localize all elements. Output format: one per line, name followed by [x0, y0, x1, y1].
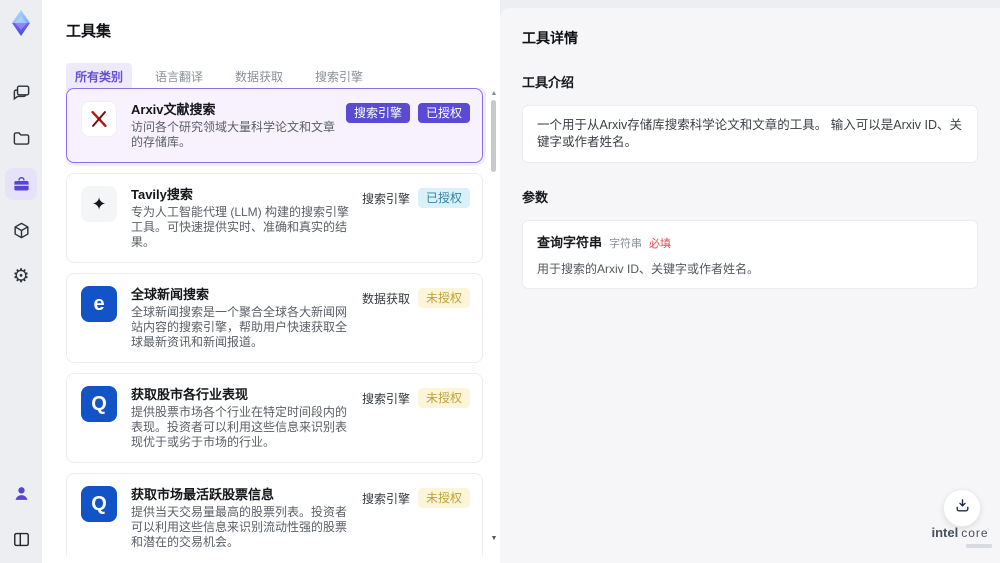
tavily-star-icon: ✦: [81, 186, 117, 222]
intel-logo-sub-mark: [966, 544, 992, 548]
tool-name: 全球新闻搜索: [131, 287, 210, 302]
tool-description: 专为人工智能代理 (LLM) 构建的搜索引擎工具。可快速提供实时、准确和真实的结…: [131, 205, 350, 249]
detail-title: 工具详情: [522, 30, 578, 46]
tool-category-label: 搜索引擎: [361, 391, 410, 406]
tool-description: 提供股票市场各个行业在特定时间段内的表现。投资者可以利用这些信息来识别表现优于或…: [131, 405, 348, 449]
tool-category-badge: 搜索引擎: [345, 103, 410, 123]
tab-all-categories[interactable]: 所有类别: [66, 63, 133, 90]
page-title: 工具集: [66, 23, 112, 40]
tool-list-panel: 工具集 所有类别 语言翻译 数据获取 搜索引擎 Arxiv文献搜索 访问各个研究…: [42, 0, 500, 563]
list-scrollbar: ▲ ▼: [490, 88, 498, 545]
tool-card-arxiv[interactable]: Arxiv文献搜索 访问各个研究领域大量科学论文和文章的存储库。 搜索引擎 已授…: [66, 88, 483, 163]
tool-description: 全球新闻搜索是一个聚合全球各大新闻网站内容的搜索引擎，帮助用户快速获取全球最新资…: [131, 305, 348, 349]
tool-category-label: 搜索引擎: [361, 191, 410, 206]
tab-search-engine[interactable]: 搜索引擎: [306, 63, 372, 90]
tool-name: Tavily搜索: [131, 187, 193, 202]
blue-q-logo-icon: Q: [81, 386, 117, 422]
tool-text: Tavily搜索 专为人工智能代理 (LLM) 构建的搜索引擎工具。可快速提供实…: [131, 186, 354, 250]
tool-meta: 搜索引擎 未授权: [362, 488, 470, 508]
scroll-up-icon[interactable]: ▲: [490, 90, 498, 98]
tool-name: 获取股市各行业表现: [131, 387, 249, 402]
briefcase-icon: [12, 175, 31, 194]
param-name: 查询字符串: [537, 235, 603, 250]
sidebar-item-account[interactable]: [5, 477, 37, 509]
tool-status-badge: 已授权: [417, 103, 470, 123]
sidebar-item-collapse[interactable]: [5, 523, 37, 555]
intro-heading: 工具介绍: [522, 75, 575, 90]
tool-description: 访问各个研究领域大量科学论文和文章的存储库。: [131, 120, 336, 149]
sidebar-item-tools[interactable]: [5, 168, 37, 200]
core-word: core: [961, 526, 989, 540]
tool-status-badge: 已授权: [417, 188, 470, 208]
tab-data-fetching[interactable]: 数据获取: [226, 63, 292, 90]
tool-status-badge: 未授权: [417, 488, 470, 508]
left-rail: ⚙: [0, 0, 42, 563]
tool-category-label: 数据获取: [361, 291, 410, 306]
tool-detail-panel: 工具详情 工具介绍 一个用于从Arxiv存储库搜索科学论文和文章的工具。 输入可…: [500, 8, 1000, 563]
tool-meta: 数据获取 未授权: [362, 288, 470, 308]
tool-card-most-active-stocks[interactable]: Q 获取市场最活跃股票信息 提供当天交易量最高的股票列表。投资者可以利用这些信息…: [66, 473, 483, 556]
blue-q-logo-icon: Q: [81, 486, 117, 522]
intel-core-logo: intel core: [928, 524, 992, 548]
tool-list: Arxiv文献搜索 访问各个研究领域大量科学论文和文章的存储库。 搜索引擎 已授…: [66, 88, 486, 556]
param-type: 字符串: [609, 238, 643, 250]
panel-toggle-icon: [12, 530, 31, 549]
chat-icon: [12, 83, 31, 102]
sidebar-item-packages[interactable]: [5, 214, 37, 246]
sidebar-item-settings[interactable]: ⚙: [5, 260, 37, 292]
download-button[interactable]: [943, 489, 981, 527]
tool-text: 全球新闻搜索 全球新闻搜索是一个聚合全球各大新闻网站内容的搜索引擎，帮助用户快速…: [131, 286, 354, 350]
download-icon: [954, 497, 971, 519]
tool-text: 获取市场最活跃股票信息 提供当天交易量最高的股票列表。投资者可以利用这些信息来识…: [131, 486, 354, 550]
arxiv-logo-icon: [81, 101, 117, 137]
param-box: 查询字符串 字符串 必填 用于搜索的Arxiv ID、关键字或作者姓名。: [522, 220, 978, 289]
intro-box: 一个用于从Arxiv存储库搜索科学论文和文章的工具。 输入可以是Arxiv ID…: [522, 105, 978, 163]
scrollbar-thumb[interactable]: [491, 100, 496, 172]
tool-category-label: 搜索引擎: [361, 491, 410, 506]
tab-language-translation[interactable]: 语言翻译: [146, 63, 212, 90]
category-tabs: 所有类别 语言翻译 数据获取 搜索引擎: [42, 41, 500, 90]
tool-meta: 搜索引擎 未授权: [362, 388, 470, 408]
gear-icon: ⚙: [12, 265, 30, 287]
param-required-badge: 必填: [649, 238, 672, 250]
folder-icon: [12, 129, 31, 148]
params-heading: 参数: [522, 190, 549, 205]
param-description: 用于搜索的Arxiv ID、关键字或作者姓名。: [537, 262, 760, 276]
intro-text: 一个用于从Arxiv存储库搜索科学论文和文章的工具。 输入可以是Arxiv ID…: [537, 118, 963, 149]
user-icon: [12, 484, 31, 503]
tool-card-tavily[interactable]: ✦ Tavily搜索 专为人工智能代理 (LLM) 构建的搜索引擎工具。可快速提…: [66, 173, 483, 263]
tool-status-badge: 未授权: [417, 288, 470, 308]
tool-meta: 搜索引擎 已授权: [345, 103, 470, 123]
tool-card-global-news[interactable]: e 全球新闻搜索 全球新闻搜索是一个聚合全球各大新闻网站内容的搜索引擎，帮助用户…: [66, 273, 483, 363]
param-header: 查询字符串 字符串 必填: [537, 232, 963, 251]
blue-e-logo-icon: e: [81, 286, 117, 322]
tool-card-sector-performance[interactable]: Q 获取股市各行业表现 提供股票市场各个行业在特定时间段内的表现。投资者可以利用…: [66, 373, 483, 463]
tool-text: Arxiv文献搜索 访问各个研究领域大量科学论文和文章的存储库。: [131, 101, 338, 150]
tool-status-badge: 未授权: [417, 388, 470, 408]
sidebar-item-files[interactable]: [5, 122, 37, 154]
tool-name: 获取市场最活跃股票信息: [131, 487, 275, 502]
tool-text: 获取股市各行业表现 提供股票市场各个行业在特定时间段内的表现。投资者可以利用这些…: [131, 386, 354, 450]
tool-name: Arxiv文献搜索: [131, 102, 216, 117]
tool-description: 提供当天交易量最高的股票列表。投资者可以利用这些信息来识别流动性强的股票和潜在的…: [131, 505, 348, 549]
cube-icon: [12, 221, 31, 240]
sidebar-item-chat[interactable]: [5, 76, 37, 108]
app-logo-icon[interactable]: [6, 8, 36, 38]
scroll-down-icon[interactable]: ▼: [490, 535, 498, 543]
intel-word: intel: [931, 525, 959, 540]
tool-meta: 搜索引擎 已授权: [362, 188, 470, 208]
